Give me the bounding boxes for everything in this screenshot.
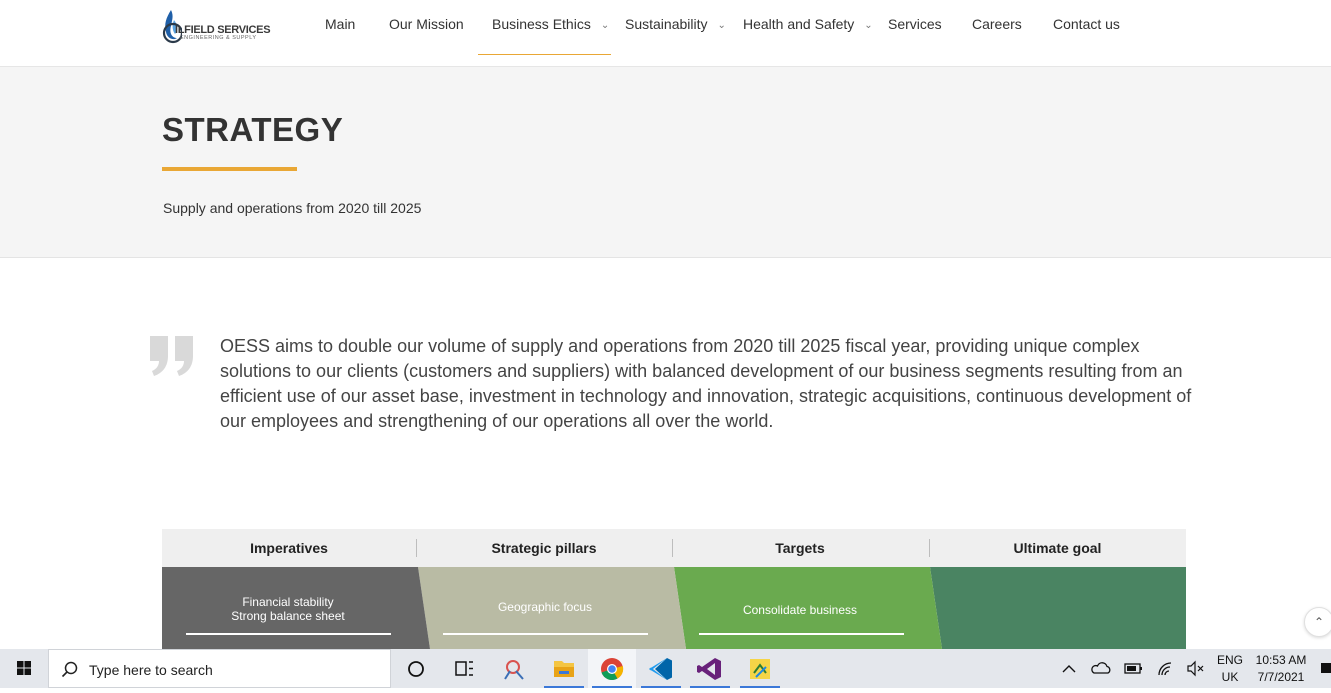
chevron-down-icon: ⌄ (717, 20, 726, 31)
tray-onedrive[interactable] (1088, 649, 1114, 688)
windows-taskbar: Type here to search ENG UK 10:53 AM 7/7/… (0, 649, 1331, 688)
notification-center-button[interactable] (1318, 649, 1331, 688)
pillars-underline (443, 633, 648, 635)
page-title: STRATEGY (162, 111, 344, 148)
title-accent-bar (162, 167, 297, 171)
cortana-button[interactable] (392, 649, 440, 688)
nav-item-sustainability[interactable]: Sustainability ⌄ (625, 16, 726, 32)
strategy-quote: OESS aims to double our volume of supply… (220, 336, 1192, 431)
taskbar-search-box[interactable]: Type here to search (48, 649, 391, 688)
nav-item-our-mission[interactable]: Our Mission (389, 16, 464, 32)
battery-icon (1124, 663, 1142, 674)
taskbar-app-file-explorer[interactable] (540, 649, 588, 688)
task-view-icon (455, 661, 473, 676)
page-hero: STRATEGY Supply and operations from 2020… (0, 67, 1331, 258)
logo-tagline: ENGINEERING & SUPPLY (180, 35, 257, 41)
active-nav-indicator (478, 54, 611, 55)
quote-icon (150, 336, 193, 376)
wifi-icon (1158, 662, 1172, 676)
search-placeholder: Type here to search (89, 662, 213, 678)
nav-item-main[interactable]: Main (325, 16, 355, 32)
tray-overflow-button[interactable] (1056, 649, 1082, 688)
goal-block (930, 567, 1186, 649)
chevron-down-icon: ⌄ (600, 20, 610, 31)
tray-network[interactable] (1152, 649, 1178, 688)
notification-icon (1321, 663, 1331, 673)
clock[interactable]: 10:53 AM 7/7/2021 (1250, 653, 1312, 684)
company-logo[interactable]: ILFIELD SERVICES ENGINEERING & SUPPLY (162, 8, 287, 44)
targets-underline (699, 633, 904, 635)
nav-item-careers[interactable]: Careers (972, 16, 1022, 32)
volume-muted-icon (1187, 660, 1204, 677)
column-strategic-pillars: Strategic pillars (491, 540, 597, 556)
snipping-tool-icon (504, 660, 524, 680)
cloud-icon (1091, 662, 1111, 674)
strategy-diagram: Imperatives Strategic pillars Targets Ul… (162, 529, 1186, 649)
folder-icon (554, 661, 574, 677)
taskbar-app-vscode[interactable] (637, 649, 685, 688)
nav-item-services[interactable]: Services (888, 16, 942, 32)
column-ultimate-goal: Ultimate goal (1013, 540, 1102, 556)
task-view-button[interactable] (440, 649, 488, 688)
taskbar-app-snip[interactable] (492, 649, 540, 688)
nav-item-business-ethics[interactable]: Business Ethics ⌄ (492, 16, 609, 32)
chevron-down-icon: ⌄ (864, 20, 873, 31)
pillars-label: Geographic focus (497, 600, 593, 614)
chevron-up-icon: ⌃ (1313, 615, 1325, 629)
search-icon (61, 661, 78, 678)
column-targets: Targets (775, 540, 825, 556)
scroll-to-top-button[interactable]: ⌃ (1304, 607, 1331, 637)
cortana-icon (408, 661, 424, 677)
targets-label: Consolidate business (742, 603, 858, 617)
chrome-icon (601, 658, 624, 681)
imperatives-label: Financial stability Strong balance sheet (231, 595, 345, 623)
strategy-header-row: Imperatives Strategic pillars Targets Ul… (162, 529, 1186, 567)
start-button[interactable] (0, 649, 48, 688)
tray-battery[interactable] (1120, 649, 1146, 688)
tray-volume[interactable] (1183, 649, 1209, 688)
imperatives-underline (186, 633, 391, 635)
windows-logo-icon (17, 661, 31, 675)
nav-item-contact-us[interactable]: Contact us (1053, 16, 1120, 32)
taskbar-app-tool[interactable] (736, 649, 784, 688)
site-header: ILFIELD SERVICES ENGINEERING & SUPPLY Ma… (0, 0, 1331, 67)
language-indicator[interactable]: ENG UK (1213, 653, 1247, 684)
app-tool-icon (750, 659, 770, 679)
chevron-up-icon (1062, 665, 1076, 673)
page-subtitle: Supply and operations from 2020 till 202… (163, 200, 422, 216)
nav-item-health-and-safety[interactable]: Health and Safety ⌄ (743, 16, 873, 32)
column-imperatives: Imperatives (250, 540, 328, 556)
vscode-icon (649, 658, 672, 680)
taskbar-app-chrome[interactable] (588, 649, 636, 688)
visual-studio-icon (697, 658, 721, 680)
taskbar-app-visual-studio[interactable] (686, 649, 734, 688)
